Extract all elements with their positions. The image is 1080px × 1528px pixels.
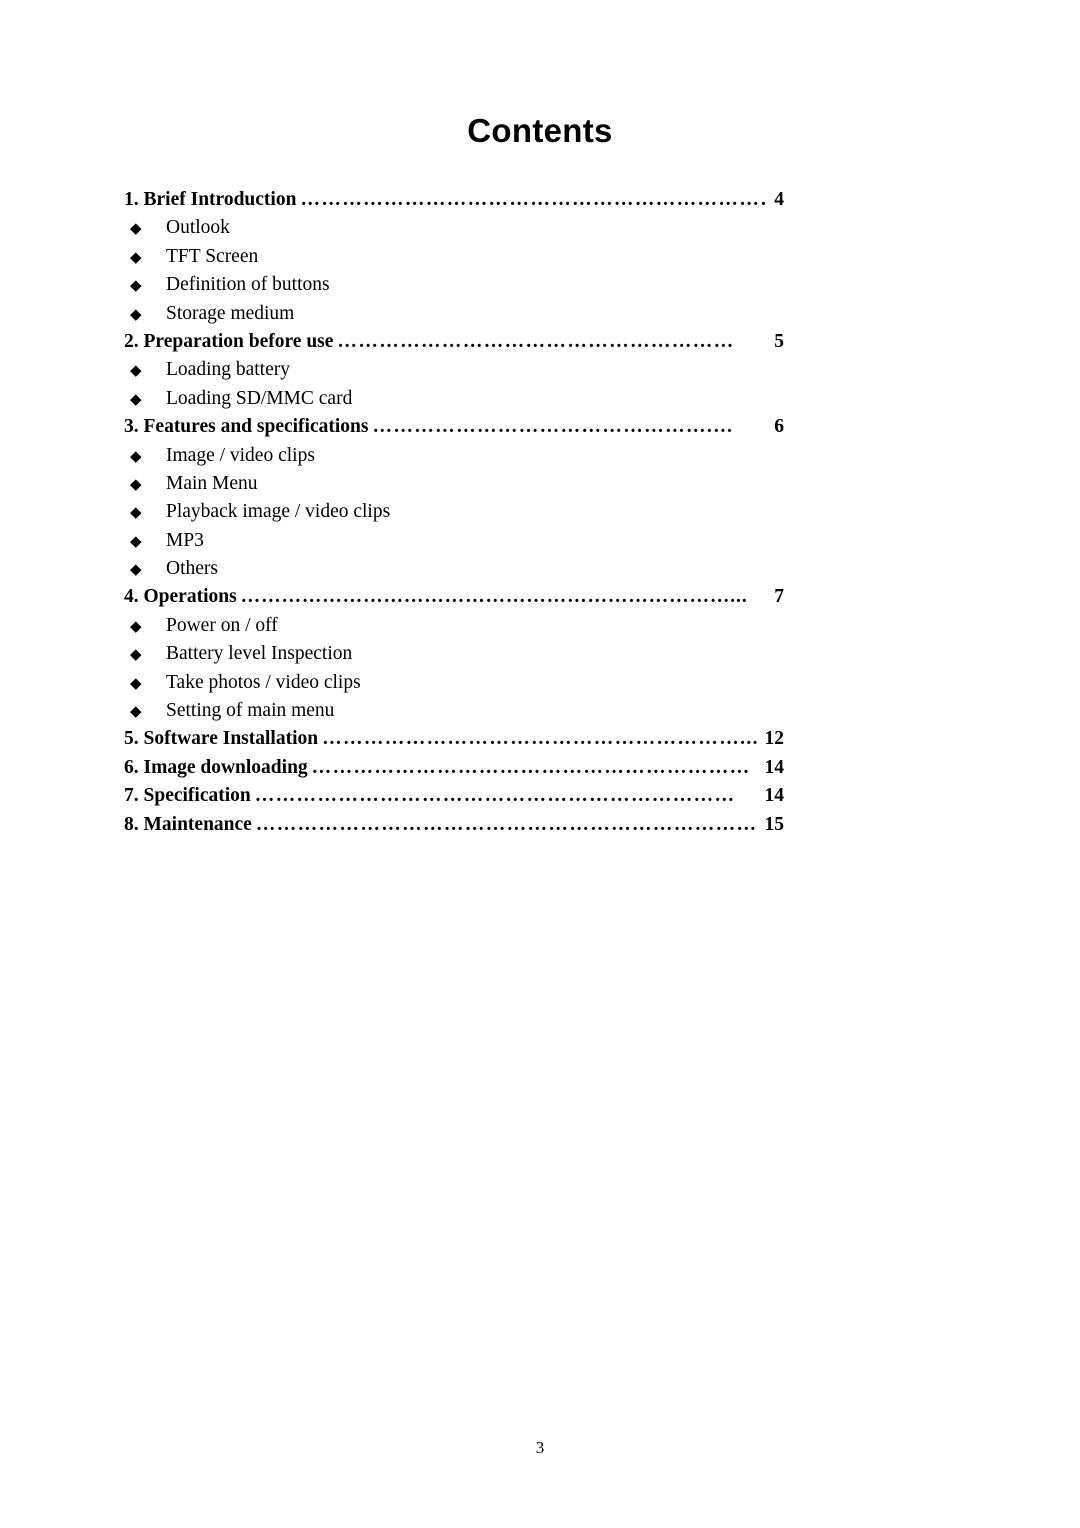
toc-chapter-entry: 6. Image downloading……………………………………………………… [124,754,784,782]
toc-entry-label: 7. Specification [124,785,251,807]
diamond-bullet-icon: ◆ [130,448,142,465]
toc-bullet-entry: ◆ Battery level Inspection [124,640,784,668]
diamond-bullet-icon: ◆ [130,278,142,295]
toc-entry-label: Power on / off [166,614,278,636]
toc-entry-label: 4. Operations [124,586,237,608]
toc-entry-label: 6. Image downloading [124,756,308,778]
toc-entry-label: Playback image / video clips [166,501,391,523]
toc-bullet-entry: ◆ Others [124,555,784,583]
toc-dot-leader: …………………………………………………………… [254,785,736,807]
toc-page-number: 14 [764,785,785,807]
toc-page-number: 6 [774,416,784,438]
toc-entry-label: Main Menu [166,472,258,494]
toc-page-number: 4 [774,189,784,210]
toc-dot-leader: ………………………………………….… [372,416,735,438]
toc-bullet-entry: ◆ Image / video clips [124,442,784,470]
toc-entry-label: Setting of main menu [166,700,335,722]
toc-entry-label: 1. Brief Introduction [124,189,297,210]
toc-entry-label: Loading battery [166,359,290,381]
diamond-bullet-icon: ◆ [130,618,142,635]
toc-dot-leader: ……………………………………………………………… [255,813,758,835]
toc-page-number: 5 [774,330,784,352]
diamond-bullet-icon: ◆ [130,647,142,664]
toc-bullet-entry: ◆ TFT Screen [124,243,784,271]
diamond-bullet-icon: ◆ [130,533,142,550]
page-title: Contents [467,112,613,149]
toc-dot-leader: ………………………………………………… [337,330,735,352]
toc-bullet-entry: ◆ MP3 [124,527,784,555]
toc-entry-label: Definition of buttons [166,274,330,296]
toc-bullet-entry: ◆ Main Menu [124,470,784,498]
toc-page-number: 15 [764,813,785,835]
diamond-bullet-icon: ◆ [130,249,142,266]
toc-chapter-entry: 7. Specification…………………………………………………………… 1… [124,782,784,810]
toc-bullet-entry: ◆ Loading battery [124,356,784,384]
toc-entry-label: 8. Maintenance [124,813,252,835]
toc-chapter-entry: 4. Operations………………………………………………………………...… [124,583,784,611]
toc-entry-label: 2. Preparation before use [124,330,334,352]
toc-entry-label: MP3 [166,529,204,551]
toc-page-number: 12 [764,728,785,750]
toc-bullet-entry: ◆ Power on / off [124,612,784,640]
toc-entry-label: Battery level Inspection [166,643,353,665]
toc-entry-label: 5. Software Installation [124,728,319,750]
toc-bullet-entry: ◆ Loading SD/MMC card [124,385,784,413]
toc-dot-leader: ………………………………………………………………... [240,586,748,608]
toc-entry-label: 3. Features and specifications [124,416,369,438]
page-number-folio: 3 [535,1438,545,1457]
toc-bullet-entry: ◆ Storage medium [124,300,784,328]
diamond-bullet-icon: ◆ [130,476,142,493]
diamond-bullet-icon: ◆ [130,363,142,380]
table-of-contents: 1. Brief Introduction…………………………………………………… [124,186,784,839]
toc-chapter-entry: 3. Features and specifications…………………………… [124,413,784,441]
diamond-bullet-icon: ◆ [130,675,142,692]
toc-entry-label: Take photos / video clips [166,671,361,693]
toc-entry-label: Outlook [166,217,230,239]
diamond-bullet-icon: ◆ [130,391,142,408]
toc-entry-label: TFT Screen [166,245,259,267]
toc-bullet-entry: ◆ Outlook [124,214,784,242]
toc-bullet-entry: ◆ Take photos / video clips [124,669,784,697]
diamond-bullet-icon: ◆ [130,306,142,323]
document-page: Contents 1. Brief Introduction…………………………… [0,0,1080,1528]
toc-entry-label: Image / video clips [166,444,315,466]
toc-bullet-entry: ◆ Setting of main menu [124,697,784,725]
toc-page-number: 7 [774,586,784,608]
toc-chapter-entry: 2. Preparation before use………………………………………… [124,328,784,356]
toc-entry-label: Storage medium [166,302,295,324]
toc-chapter-entry: 5. Software Installation…………………………………………… [124,725,784,753]
diamond-bullet-icon: ◆ [130,704,142,721]
toc-chapter-entry: 8. Maintenance……………………………………………………………… 15 [124,811,784,839]
toc-bullet-entry: ◆ Definition of buttons [124,271,784,299]
toc-bullet-entry: ◆ Playback image / video clips [124,498,784,526]
toc-dot-leader: …………………………………………………………………… [300,189,767,210]
toc-dot-leader: ……………………………………………………... [322,728,758,750]
toc-entry-label: Others [166,558,218,580]
toc-page-number: 14 [764,756,785,778]
diamond-bullet-icon: ◆ [130,562,142,579]
diamond-bullet-icon: ◆ [130,505,142,522]
diamond-bullet-icon: ◆ [130,221,142,238]
toc-entry-label: Loading SD/MMC card [166,387,353,409]
toc-chapter-entry: 1. Brief Introduction…………………………………………………… [124,186,784,214]
toc-dot-leader: ……………………………………………………… [311,756,751,778]
